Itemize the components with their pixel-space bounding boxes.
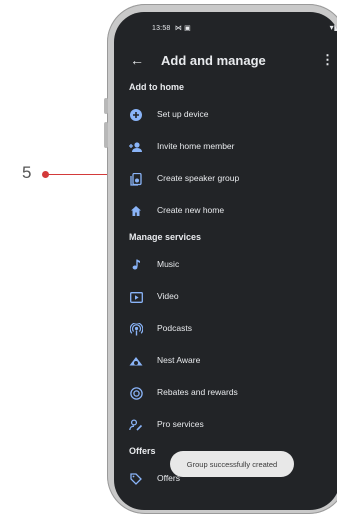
section-title-manage-services: Manage services [129,232,202,242]
section-title-offers: Offers [129,446,156,456]
menu-item-label: Video [157,291,179,301]
menu-item-label: Set up device [157,109,209,119]
speaker-group-icon [129,172,143,186]
pro-services-icon [129,418,143,432]
menu-item-label: Invite home member [157,141,235,151]
top-app-bar: ← Add and manage ⋮ [114,52,337,72]
menu-item-video[interactable]: Video [114,288,337,310]
menu-item-label: Create speaker group [157,173,240,183]
phone-side-button [104,98,108,114]
section-title-add-to-home: Add to home [129,82,184,92]
status-signal-battery-icon: ▾▮ [329,23,337,32]
back-arrow-icon[interactable]: ← [130,52,144,68]
menu-item-label: Podcasts [157,323,192,333]
music-note-icon [129,258,143,272]
phone-volume-button [104,122,108,148]
menu-item-set-up-device[interactable]: Set up device [114,106,337,128]
menu-item-invite-home-member[interactable]: Invite home member [114,138,337,160]
menu-item-label: Create new home [157,205,225,215]
menu-item-create-speaker-group[interactable]: Create speaker group [114,170,337,192]
menu-item-rebates-and-rewards[interactable]: Rebates and rewards [114,384,337,406]
toast-text: Group successfully created [186,459,278,469]
status-time: 13:58 [152,25,171,32]
rebates-icon [129,386,143,400]
more-options-icon[interactable]: ⋮ [321,52,334,68]
menu-item-music[interactable]: Music [114,256,337,278]
callout-number: 5 [22,163,32,182]
menu-item-pro-services[interactable]: Pro services [114,416,337,438]
snackbar-toast: Group successfully created [170,451,294,477]
menu-item-label: Rebates and rewards [157,387,238,397]
menu-item-nest-aware[interactable]: Nest Aware [114,352,337,374]
menu-item-label: Pro services [157,419,204,429]
tag-icon [129,472,143,486]
page-title: Add and manage [161,53,266,68]
person-add-icon [129,140,143,154]
phone-screen: 13:58 ⋈ ▣ ▾▮ ← Add and manage ⋮ Add to h… [114,12,337,510]
add-circle-icon [129,108,143,122]
menu-item-podcasts[interactable]: Podcasts [114,320,337,342]
menu-item-label: Nest Aware [157,355,201,365]
status-notification-icons: ⋈ ▣ [174,25,191,32]
nest-aware-icon [129,354,143,368]
status-bar: 13:58 ⋈ ▣ [152,24,191,32]
menu-item-label: Music [157,259,180,269]
menu-item-create-new-home[interactable]: Create new home [114,202,337,224]
home-icon [129,204,143,218]
podcasts-icon [129,322,143,336]
video-icon [129,290,143,304]
